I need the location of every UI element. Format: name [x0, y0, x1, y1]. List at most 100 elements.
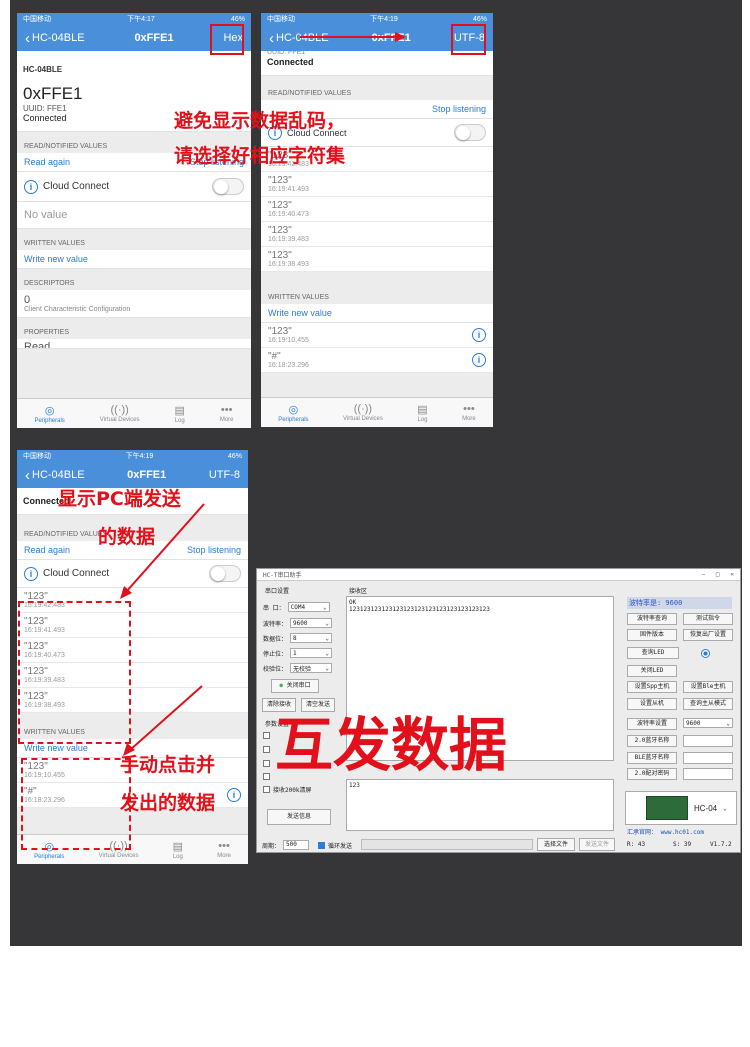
- chevron-down-icon: ⌄: [325, 664, 330, 672]
- info-icon[interactable]: i: [472, 328, 486, 342]
- tab-more[interactable]: ••• More: [462, 403, 476, 422]
- received-value-item[interactable]: "123" 16:19:39.483: [261, 222, 493, 247]
- written-value-item[interactable]: "#" 16:18:23.296 i: [261, 348, 493, 373]
- value-text-block: "123" 16:19:40.473: [268, 200, 309, 218]
- annotation-charset: 避免显示数据乱码， 请选择好相应字符集: [174, 104, 345, 174]
- databits-select[interactable]: 8 ⌄: [290, 633, 333, 643]
- received-value-item[interactable]: "123" 16:19:40.473: [261, 197, 493, 222]
- info-icon[interactable]: i: [227, 788, 241, 802]
- log-icon: ▤: [417, 403, 428, 416]
- tab-log[interactable]: ▤ Log: [417, 403, 427, 423]
- period-input[interactable]: 500: [283, 840, 310, 850]
- stopbits-value: 1: [293, 649, 297, 657]
- pc-command-button[interactable]: 查询LED: [627, 647, 679, 659]
- send-text: 123: [349, 782, 360, 789]
- tab-log[interactable]: ▤ Log: [175, 404, 185, 424]
- descriptor-value: 0: [24, 294, 31, 306]
- tab-more[interactable]: ••• More: [220, 404, 234, 423]
- recv-200k-checkbox[interactable]: [263, 786, 270, 793]
- window-controls: — □ ✕: [701, 571, 734, 578]
- send-file-button[interactable]: 发送文件: [579, 838, 615, 851]
- tab-log[interactable]: ▤ Log: [173, 840, 183, 860]
- tab-peripherals[interactable]: ◎ Peripherals: [278, 403, 308, 423]
- tab-more[interactable]: ••• More: [217, 840, 231, 859]
- send-count: S: 39: [673, 841, 692, 848]
- annotation-line: 请选择好相应字符集: [174, 145, 346, 167]
- baud-set-select[interactable]: 9600 ⌄: [683, 718, 733, 728]
- carrier-label: 中国移动: [23, 16, 51, 23]
- write-new-value-button[interactable]: Write new value: [17, 250, 251, 269]
- pc-command-button[interactable]: 设置Ble主机: [683, 681, 733, 693]
- tab-label: More: [217, 853, 231, 859]
- info-icon[interactable]: i: [24, 566, 38, 581]
- characteristic-name: 0xFFE1: [23, 84, 83, 103]
- ble-name-input[interactable]: [683, 752, 733, 764]
- pc-command-button[interactable]: 恢复出厂设置: [683, 629, 733, 641]
- pc-command-button[interactable]: 波特率设置: [627, 718, 677, 730]
- param-checkbox[interactable]: [263, 732, 270, 739]
- tab-peripherals[interactable]: ◎ Peripherals: [34, 404, 64, 424]
- param-checkbox[interactable]: [263, 773, 270, 780]
- received-value-item[interactable]: "123" 16:19:41.493: [261, 172, 493, 197]
- pc-command-button[interactable]: 2.0配对密码: [627, 768, 677, 780]
- bt20-pin-input[interactable]: [683, 768, 733, 780]
- serial-group-label: 串口设置: [265, 588, 290, 595]
- written-values-header: WRITTEN VALUES: [24, 240, 85, 247]
- write-new-value-button[interactable]: Write new value: [261, 304, 493, 323]
- param-checkbox[interactable]: [263, 746, 270, 753]
- info-icon[interactable]: i: [472, 353, 486, 367]
- baud-select[interactable]: 9600 ⌄: [290, 618, 333, 628]
- written-value-item[interactable]: "123" 16:19:10.455 i: [261, 323, 493, 348]
- tab-label: Log: [174, 417, 185, 424]
- website-link[interactable]: 汇承官网： www.hc01.com: [627, 827, 704, 836]
- phone-screen-hex: 中国移动 下午4:17 46% ‹ HC-04BLE 0xFFE1 Hex HC-…: [17, 13, 251, 428]
- more-icon: •••: [218, 840, 230, 852]
- bt20-name-input[interactable]: [683, 735, 733, 747]
- select-file-button[interactable]: 选择文件: [537, 838, 575, 851]
- pc-command-button[interactable]: 波特率查询: [627, 613, 677, 625]
- port-value: COM4: [290, 603, 306, 611]
- value-timestamp: 16:18:23.296: [268, 362, 309, 369]
- log-icon: ▤: [172, 840, 184, 853]
- pc-command-button[interactable]: 关闭LED: [627, 665, 677, 677]
- back-button[interactable]: ‹HC-04BLE: [25, 31, 85, 46]
- pc-command-button[interactable]: 2.0蓝牙名称: [627, 735, 677, 747]
- window-title-bar: HC-T串口助手 — □ ✕: [257, 569, 740, 581]
- info-icon[interactable]: i: [24, 179, 38, 194]
- cloud-connect-toggle[interactable]: [212, 178, 244, 195]
- parity-select[interactable]: 无校验 ⌄: [290, 663, 333, 673]
- tab-label: Virtual Devices: [342, 416, 383, 422]
- encoding-toggle-button[interactable]: UTF-8: [209, 469, 240, 481]
- read-again-button[interactable]: Read again: [24, 157, 70, 167]
- port-select[interactable]: COM4 ⌄: [287, 602, 330, 612]
- descriptor-item[interactable]: 0 Client Characteristic Configuration: [17, 290, 251, 318]
- carrier-label: 中国移动: [23, 453, 51, 460]
- received-value-item[interactable]: "123" 16:19:38.493: [261, 247, 493, 272]
- chevron-left-icon: ‹: [269, 29, 274, 47]
- tab-virtual-devices[interactable]: ((·)) Virtual Devices: [343, 403, 383, 422]
- param-checkbox[interactable]: [263, 760, 270, 767]
- pc-command-button[interactable]: 设置Spp主机: [627, 681, 677, 693]
- led-radio[interactable]: [701, 649, 710, 658]
- file-path-input[interactable]: [361, 839, 533, 850]
- pc-command-button[interactable]: 测试指令: [683, 613, 733, 625]
- loop-send-checkbox[interactable]: [318, 841, 326, 849]
- pc-command-button[interactable]: BLE蓝牙名称: [627, 752, 677, 764]
- pc-command-button[interactable]: 设置从机: [627, 698, 677, 710]
- stopbits-select[interactable]: 1 ⌄: [290, 648, 333, 658]
- baud-set-value: 9600: [686, 719, 701, 727]
- pc-command-button[interactable]: 固件版本: [627, 629, 677, 641]
- tab-virtual-devices[interactable]: ((·)) Virtual Devices: [100, 404, 140, 423]
- send-message-button[interactable]: 发送信息: [267, 809, 331, 825]
- annotation-line: 的数据: [98, 526, 156, 548]
- pc-command-button[interactable]: 查询主从模式: [683, 698, 733, 710]
- more-icon: •••: [220, 404, 233, 416]
- send-textarea[interactable]: 123: [346, 779, 614, 831]
- loop-send-label: 循环发送: [328, 842, 353, 850]
- stop-listening-button[interactable]: Stop listening: [432, 104, 486, 114]
- cloud-connect-toggle[interactable]: [454, 124, 486, 141]
- close-port-button[interactable]: ● 关闭串口: [271, 679, 319, 693]
- value-timestamp: 16:19:41.493: [268, 186, 309, 193]
- receive-line: 123123123123123123123123123123123123123: [349, 606, 490, 613]
- module-select[interactable]: HC-04 ⌄: [625, 791, 737, 825]
